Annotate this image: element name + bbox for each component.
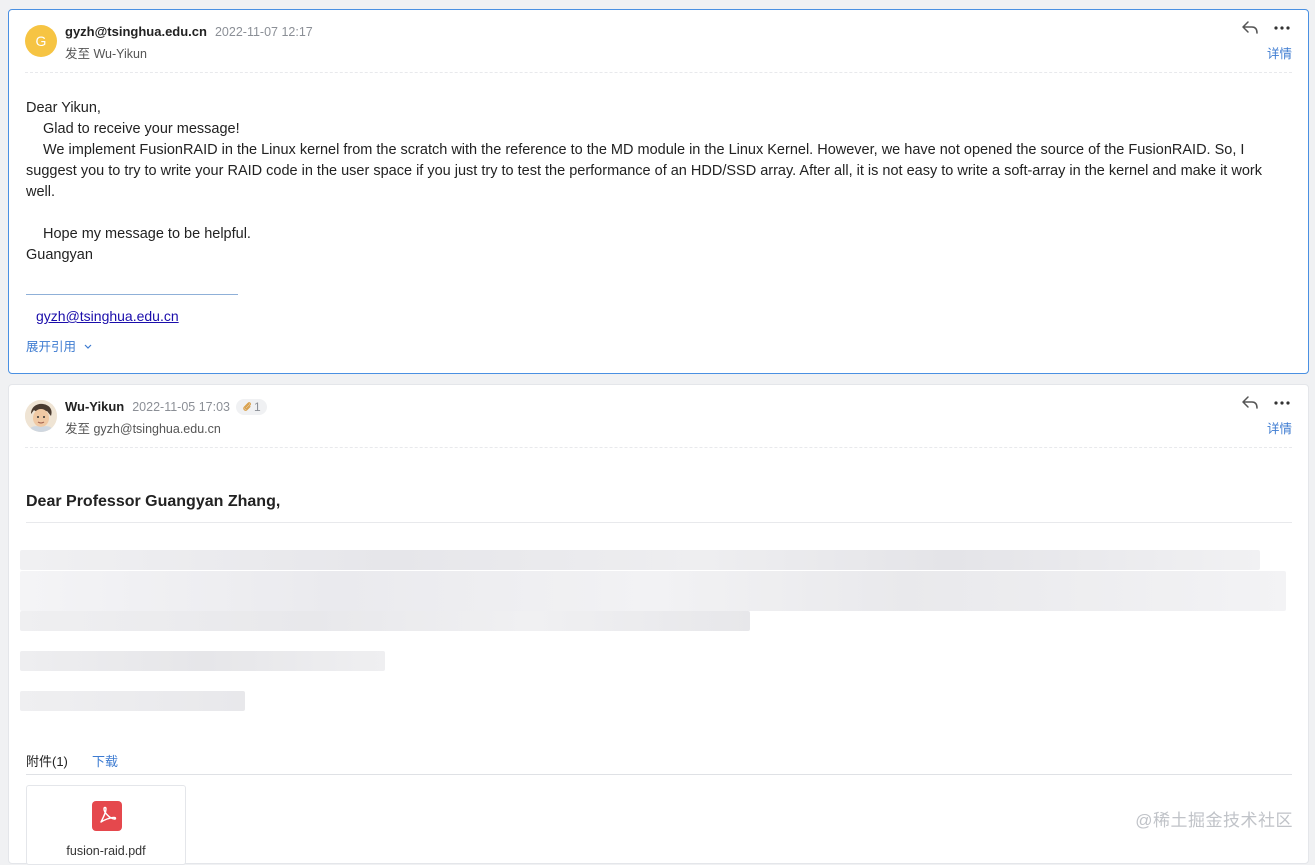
download-link[interactable]: 下载 bbox=[92, 751, 118, 770]
greeting-divider bbox=[26, 522, 1292, 523]
attachment-tile[interactable]: fusion-raid.pdf bbox=[26, 785, 186, 865]
details-link[interactable]: 详情 bbox=[1267, 418, 1292, 437]
redacted-content bbox=[20, 547, 1290, 727]
body-line: Hope my message to be helpful. bbox=[43, 226, 251, 242]
body-line: Glad to receive your message! bbox=[43, 121, 240, 137]
sender-name: Wu-Yikun bbox=[65, 399, 125, 414]
body-line: Guangyan bbox=[26, 247, 93, 263]
body-line: Dear Yikun, bbox=[26, 100, 101, 116]
message-greeting: Dear Professor Guangyan Zhang, bbox=[26, 493, 281, 510]
header-divider bbox=[25, 72, 1292, 73]
signature-divider bbox=[26, 294, 238, 295]
redacted-line bbox=[20, 691, 245, 711]
body-paragraph: We implement FusionRAID in the Linux ker… bbox=[26, 142, 1262, 200]
chevron-down-icon bbox=[84, 344, 91, 349]
sender-name: gyzh@tsinghua.edu.cn bbox=[65, 24, 207, 39]
expand-quote-label: 展开引用 bbox=[26, 340, 77, 354]
watermark: @稀土掘金技术社区 bbox=[1135, 811, 1293, 830]
redacted-line bbox=[20, 550, 1260, 570]
pdf-file-icon bbox=[92, 801, 122, 831]
attachment-filename: fusion-raid.pdf bbox=[66, 844, 146, 858]
redacted-line bbox=[20, 651, 385, 671]
redacted-line bbox=[20, 571, 1286, 611]
recipient-line: 发至 gyzh@tsinghua.edu.cn bbox=[65, 422, 221, 436]
message-card[interactable]: Wu-Yikun 2022-11-05 17:03 1 发至 gyzh@tsingh… bbox=[8, 384, 1309, 865]
reply-icon[interactable] bbox=[1240, 393, 1260, 413]
attachments-divider bbox=[26, 774, 1292, 775]
message-body: Dear Yikun, Glad to receive your message… bbox=[26, 98, 1292, 266]
avatar-image bbox=[25, 400, 57, 432]
attachments-header: 附件(1) bbox=[26, 754, 68, 769]
attachment-count: 1 bbox=[254, 400, 261, 414]
sender-line: Wu-Yikun 2022-11-05 17:03 1 bbox=[65, 399, 267, 415]
signature-email-link[interactable]: gyzh@tsinghua.edu.cn bbox=[36, 308, 179, 324]
message-time: 2022-11-05 17:03 bbox=[132, 400, 230, 414]
message-time: 2022-11-07 12:17 bbox=[214, 25, 313, 39]
sender-avatar: G bbox=[25, 25, 57, 57]
more-icon[interactable] bbox=[1272, 18, 1292, 38]
expand-quote-button[interactable]: 展开引用 bbox=[26, 336, 93, 355]
header-divider bbox=[25, 447, 1292, 448]
sender-avatar bbox=[25, 400, 57, 432]
message-card[interactable]: G gyzh@tsinghua.edu.cn 2022-11-07 12:17 发… bbox=[8, 9, 1309, 374]
attachment-badge: 1 bbox=[236, 399, 267, 415]
redacted-line bbox=[20, 611, 750, 631]
more-icon[interactable] bbox=[1272, 393, 1292, 413]
reply-icon[interactable] bbox=[1240, 18, 1260, 38]
sender-line: gyzh@tsinghua.edu.cn 2022-11-07 12:17 bbox=[65, 24, 313, 39]
recipient-line: 发至 Wu-Yikun bbox=[65, 47, 147, 61]
details-link[interactable]: 详情 bbox=[1267, 43, 1292, 62]
paperclip-icon bbox=[243, 402, 251, 411]
